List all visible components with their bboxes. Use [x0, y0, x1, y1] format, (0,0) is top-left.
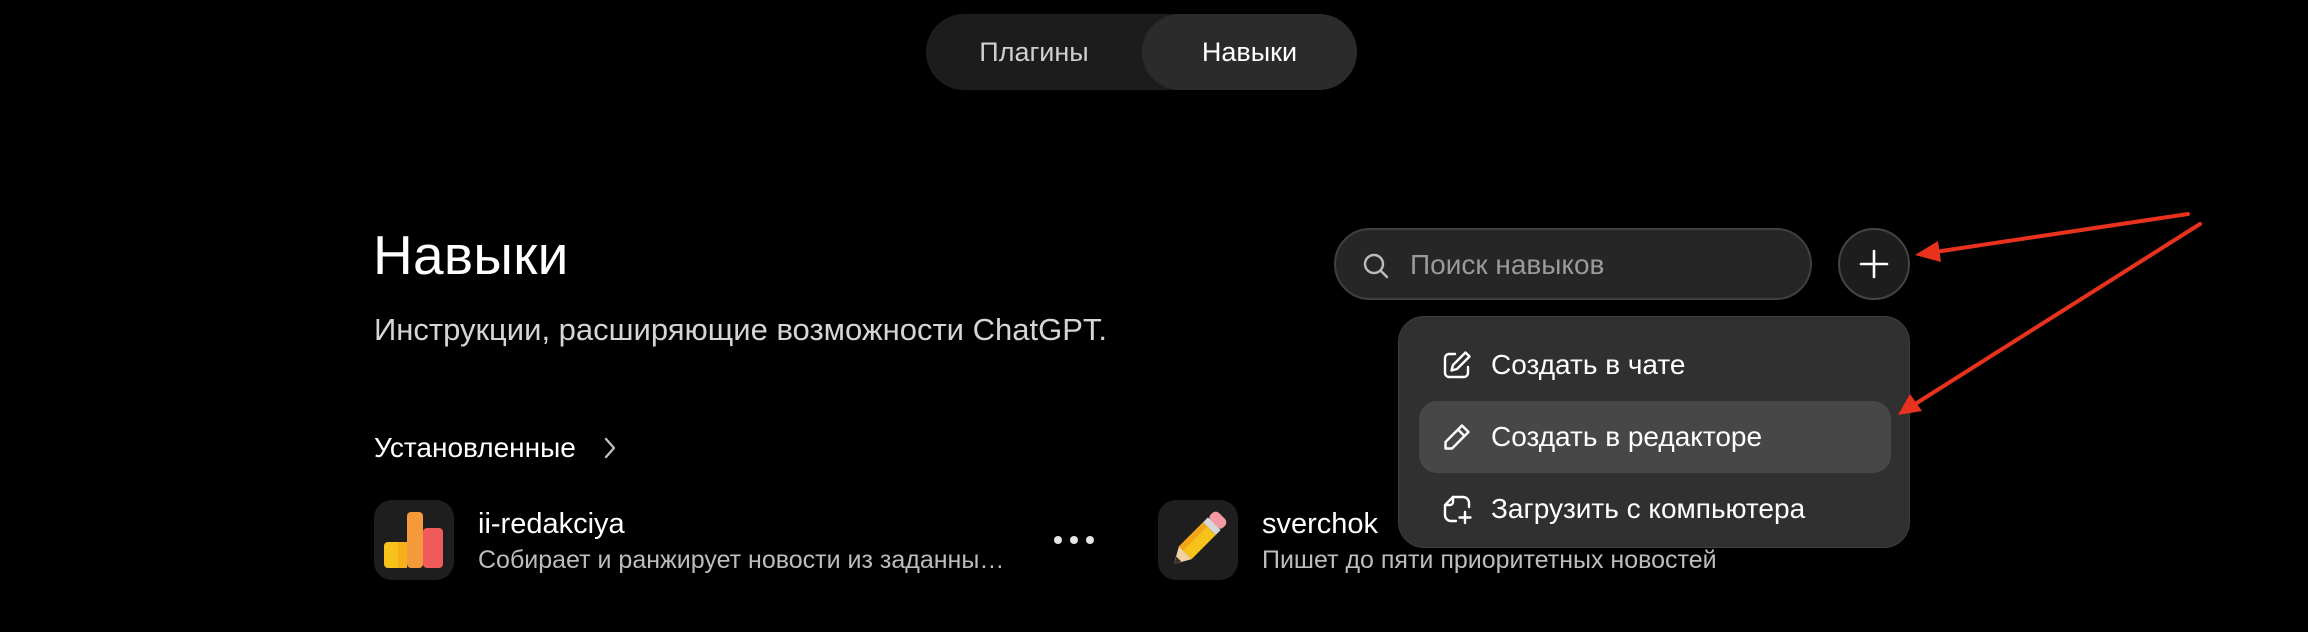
skill-name: ii-redakciya: [478, 508, 625, 540]
menu-item-label: Создать в редакторе: [1491, 421, 1763, 452]
page-subtitle: Инструкции, расширяющие возможности Chat…: [374, 312, 1107, 347]
edit-square-icon: [1443, 351, 1471, 379]
annotation-arrow: [1898, 222, 2202, 415]
tab-plugins[interactable]: Плагины: [926, 14, 1142, 90]
annotation-arrows: [1898, 212, 2202, 415]
more-options-button[interactable]: [1052, 528, 1096, 552]
search-icon: [1363, 253, 1389, 279]
pencil-icon: [1158, 500, 1238, 580]
installed-section-link[interactable]: Установленные: [374, 432, 576, 464]
plus-icon: [1859, 249, 1889, 279]
annotation-arrow: [1915, 212, 2190, 262]
chevron-right-icon[interactable]: [600, 436, 620, 460]
bar-chart-icon: [374, 500, 454, 580]
skill-name: sverchok: [1262, 508, 1379, 540]
menu-item-create-in-editor[interactable]: Создать в редакторе: [1419, 401, 1891, 473]
skills-plugins-tabs: Плагины Навыки: [926, 14, 1357, 90]
tab-skills[interactable]: Навыки: [1142, 14, 1357, 90]
search-input[interactable]: [1408, 244, 1792, 286]
skill-card-ii-redakciya[interactable]: ii-redakciya Собирает и ранжирует новост…: [374, 500, 1074, 582]
pencil-icon: [1444, 424, 1470, 450]
search-field[interactable]: [1334, 228, 1812, 300]
menu-item-create-in-chat[interactable]: Создать в чате: [1419, 329, 1891, 401]
add-skill-button[interactable]: [1838, 228, 1910, 300]
skill-description: Собирает и ранжирует новости из заданны…: [478, 546, 1005, 574]
menu-item-label: Создать в чате: [1491, 349, 1686, 380]
page-title: Навыки: [373, 224, 569, 286]
skill-card-sverchok[interactable]: sverchok Пишет до пяти приоритетных ново…: [1158, 500, 1778, 582]
skill-description: Пишет до пяти приоритетных новостей: [1262, 546, 1717, 574]
